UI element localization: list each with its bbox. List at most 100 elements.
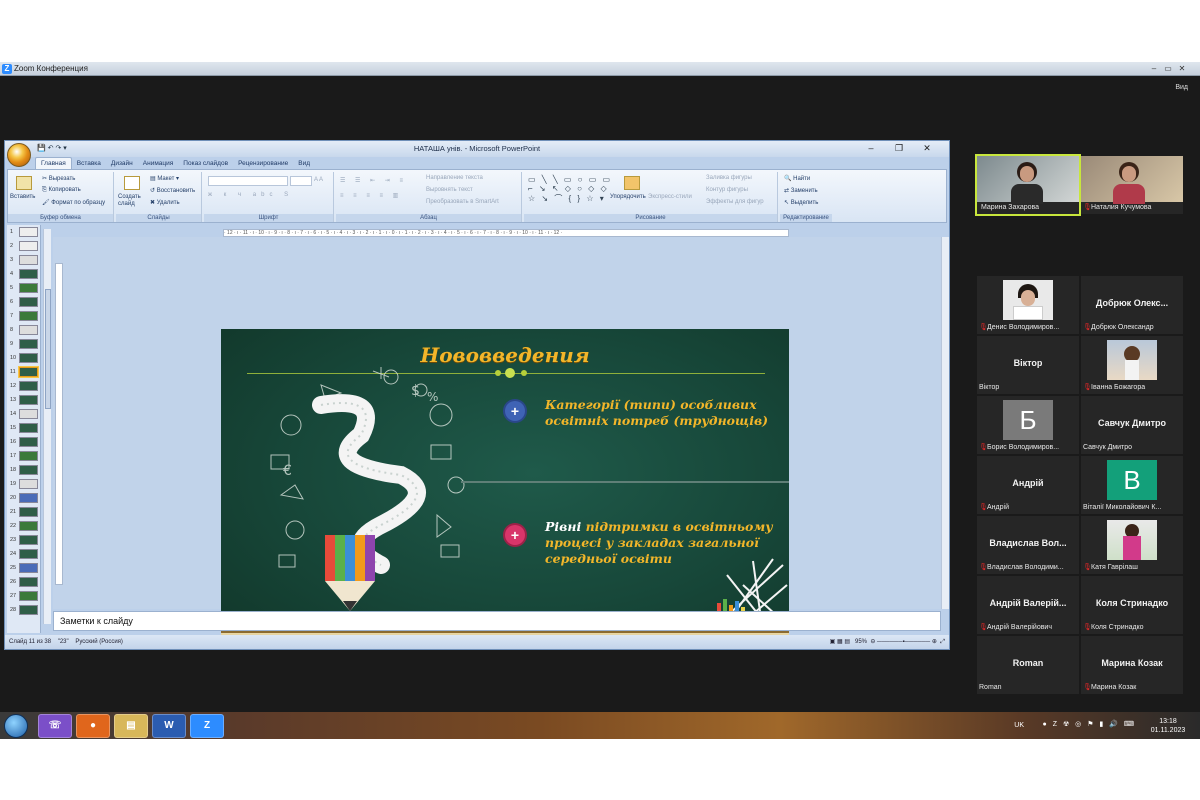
start-button[interactable] [4, 714, 28, 738]
thumb-1[interactable]: 1 [10, 227, 40, 237]
zoom-icon[interactable]: Z [190, 714, 224, 738]
participant-tile[interactable]: 🎙 Іванна Божагора [1081, 336, 1183, 394]
thumb-17[interactable]: 17 [10, 451, 40, 461]
layout-button[interactable]: ▤ Макет ▾ [150, 175, 179, 182]
thumb-5[interactable]: 5 [10, 283, 40, 293]
ppt-close-icon[interactable]: ✕ [913, 143, 941, 154]
thumb-18[interactable]: 18 [10, 465, 40, 475]
find-button[interactable]: 🔍 Найти [784, 175, 810, 182]
replace-button[interactable]: ⇄ Заменить [784, 187, 818, 194]
view-button[interactable]: Вид [1175, 84, 1188, 91]
thumb-3[interactable]: 3 [10, 255, 40, 265]
shape-effects-button[interactable]: Эффекты для фигур [706, 199, 764, 205]
participant-tile[interactable]: Коля Стринадко 🎙 Коля Стринадко [1081, 576, 1183, 634]
tab-design[interactable]: Дизайн [106, 158, 138, 169]
new-slide-button[interactable]: Создать слайд [118, 194, 146, 208]
cut-button[interactable]: ✂ Вырезать [42, 175, 75, 182]
participant-tile[interactable]: 🎙 Катя Гаврілаш [1081, 516, 1183, 574]
participant-tile[interactable]: 🎙 Наталия Кучумова [1081, 156, 1183, 214]
thumb-7[interactable]: 7 [10, 311, 40, 321]
thumb-4[interactable]: 4 [10, 269, 40, 279]
thumb-26[interactable]: 26 [10, 577, 40, 587]
thumb-21[interactable]: 21 [10, 507, 40, 517]
participant-tile[interactable]: Марина Козак 🎙 Марина Козак [1081, 636, 1183, 694]
format-painter-button[interactable]: 🖌 Формат по образцу [42, 199, 105, 206]
tab-view[interactable]: Вид [293, 158, 315, 169]
ppt-minimize-icon[interactable]: – [857, 143, 885, 153]
participant-tile[interactable]: Б 🎙 Борис Володимиров... [977, 396, 1079, 454]
word-icon[interactable]: W [152, 714, 186, 738]
font-size-input[interactable] [290, 176, 312, 186]
thumb-11-selected[interactable]: 11 [10, 367, 40, 377]
status-language[interactable]: Русский (Россия) [75, 639, 123, 645]
slide-vertical-scrollbar[interactable] [941, 237, 949, 609]
participant-tile[interactable]: Віктор Віктор [977, 336, 1079, 394]
thumb-24[interactable]: 24 [10, 549, 40, 559]
thumb-20[interactable]: 20 [10, 493, 40, 503]
thumb-8[interactable]: 8 [10, 325, 40, 335]
thumb-22[interactable]: 22 [10, 521, 40, 531]
close-icon[interactable]: ✕ [1176, 64, 1188, 74]
participant-tile[interactable]: Марина Захарова [975, 154, 1081, 216]
participant-tile[interactable]: Андрій Валерій... 🎙 Андрій Валерійович [977, 576, 1079, 634]
paste-button[interactable]: Вставить [10, 194, 35, 200]
arrange-button[interactable]: Упорядочить [610, 194, 646, 200]
office-button[interactable] [7, 143, 31, 167]
participant-tile[interactable]: Владислав Вол... 🎙 Владислав Володими... [977, 516, 1079, 574]
shape-outline-button[interactable]: Контур фигуры [706, 187, 748, 193]
tab-insert[interactable]: Вставка [72, 158, 106, 169]
slide-notes[interactable]: Заметки к слайду [53, 611, 941, 631]
shapes-gallery[interactable]: ▭ ╲ ╲ ▭ ○ ▭ ▭ ⌐ ↘ ↖ ◇ ○ ◇ ◇ ☆ ↘ ⌒ { } ☆ ▾ [528, 175, 612, 204]
ppt-restore-icon[interactable]: ❐ [885, 143, 913, 154]
thumb-23[interactable]: 23 [10, 535, 40, 545]
thumb-28[interactable]: 28 [10, 605, 40, 615]
minimize-icon[interactable]: – [1148, 64, 1160, 74]
viber-icon[interactable]: ☏ [38, 714, 72, 738]
thumb-19[interactable]: 19 [10, 479, 40, 489]
font-name-input[interactable] [208, 176, 288, 186]
thumb-25[interactable]: 25 [10, 563, 40, 573]
text-direction-button[interactable]: Направление текста [426, 175, 483, 181]
participant-tile[interactable]: Добрюк Олекс... 🎙 Добрюк Олександр [1081, 276, 1183, 334]
thumb-10[interactable]: 10 [10, 353, 40, 363]
participant-tile[interactable]: Андрій 🎙 Андрій [977, 456, 1079, 514]
select-button[interactable]: ↖ Выделить [784, 199, 818, 206]
reset-button[interactable]: ↺ Восстановить [150, 187, 195, 194]
thumb-16[interactable]: 16 [10, 437, 40, 447]
thumb-14[interactable]: 14 [10, 409, 40, 419]
thumb-9[interactable]: 9 [10, 339, 40, 349]
thumb-13[interactable]: 13 [10, 395, 40, 405]
clock[interactable]: 13:18 01.11.2023 [1146, 717, 1190, 735]
thumb-2[interactable]: 2 [10, 241, 40, 251]
thumb-15[interactable]: 15 [10, 423, 40, 433]
thumbnails-scroll-thumb[interactable] [45, 289, 51, 409]
shape-fill-button[interactable]: Заливка фигуры [706, 175, 752, 181]
participant-tile[interactable]: Савчук Дмитро Савчук Дмитро [1081, 396, 1183, 454]
explorer-icon[interactable]: ▤ [114, 714, 148, 738]
font-style-buttons[interactable]: ж к ч abc S [208, 192, 293, 198]
align-text-button[interactable]: Выровнять текст [426, 187, 473, 193]
tab-home[interactable]: Главная [35, 157, 72, 169]
thumb-6[interactable]: 6 [10, 297, 40, 307]
language-indicator[interactable]: UK [1014, 722, 1024, 729]
zoom-level[interactable]: 95% [855, 639, 867, 645]
tab-review[interactable]: Рецензирование [233, 158, 293, 169]
thumb-27[interactable]: 27 [10, 591, 40, 601]
tab-slideshow[interactable]: Показ слайдов [178, 158, 233, 169]
restore-icon[interactable]: ▭ [1162, 64, 1174, 74]
tab-animation[interactable]: Анимация [138, 158, 179, 169]
participant-tile[interactable]: Roman Roman [977, 636, 1079, 694]
participant-tile[interactable]: 🎙 Денис Володимиров... [977, 276, 1079, 334]
participant-tile[interactable]: В Віталії Миколайович К... [1081, 456, 1183, 514]
copy-button[interactable]: ⎘ Копировать [42, 187, 81, 194]
current-slide[interactable]: Нововведения $ % € + Категорії (типи) ос… [221, 329, 789, 649]
font-grow-icon[interactable]: A A [314, 177, 323, 183]
tray-icons[interactable]: ● Z ☢ ◎ ⚑ ▮ 🔊 ⌨ [1043, 720, 1136, 728]
smartart-button[interactable]: Преобразовать в SmartArt [426, 199, 499, 205]
thumbnails-scrollbar[interactable] [43, 229, 51, 624]
thumb-12[interactable]: 12 [10, 381, 40, 391]
list-buttons[interactable]: ☰ ☰ ⇤ ⇥ ≡ [340, 177, 407, 184]
align-buttons[interactable]: ≡ ≡ ≡ ≡ ▥ [340, 192, 402, 199]
firefox-icon[interactable]: ● [76, 714, 110, 738]
quick-styles-button[interactable]: Экспресс-стили [648, 194, 692, 200]
